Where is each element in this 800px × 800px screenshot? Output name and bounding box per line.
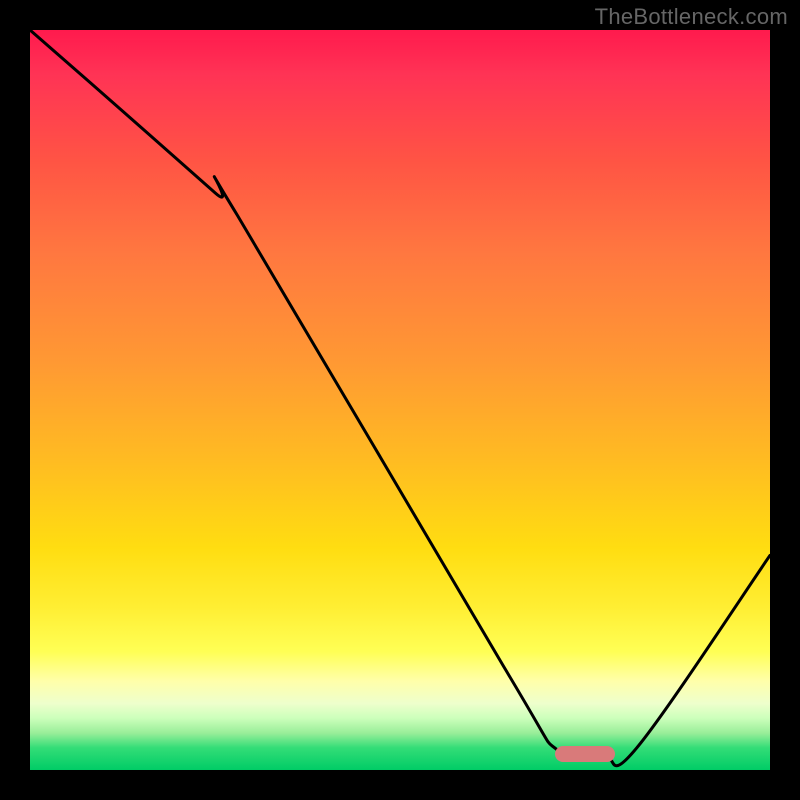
- attribution-text: TheBottleneck.com: [595, 4, 788, 30]
- curve-svg: [30, 30, 770, 770]
- bottleneck-curve: [30, 30, 770, 766]
- optimal-marker: [555, 746, 614, 762]
- plot-area: [30, 30, 770, 770]
